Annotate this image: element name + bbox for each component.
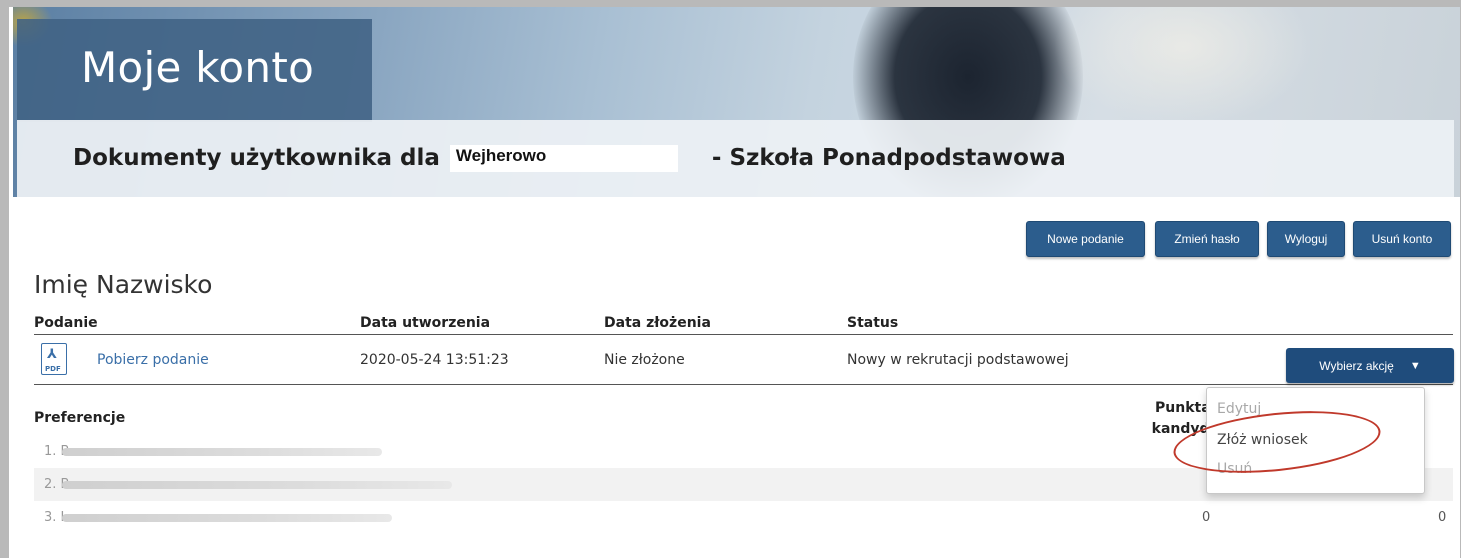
institution-name: Wejherowo [455,146,547,165]
table-header: Podanie Data utworzenia Data złożenia St… [34,313,1453,335]
page-frame: Moje konto Dokumenty użytkownika dla Wejh… [9,7,1460,558]
documents-heading-suffix: - Szkoła Ponadpodstawowa [711,145,1066,171]
download-application-link[interactable]: Pobierz podanie [97,352,209,368]
status-text: Nowy w rekrutacji podstawowej [847,352,1069,368]
pdf-icon-label: PDF [45,365,61,373]
acrobat-icon: ⅄ [47,347,57,362]
chevron-down-icon: ▼ [1409,359,1421,372]
page-title: Moje konto [81,43,315,92]
choose-action-button[interactable]: Wybierz akcję ▼ [1286,348,1454,383]
blurred-school-name [62,481,452,489]
new-application-button[interactable]: Nowe podanie [1026,221,1145,257]
header-podanie: Podanie [34,315,98,331]
pdf-file-icon[interactable]: ⅄ PDF [41,343,67,375]
header-submitted: Data złożenia [604,315,711,331]
preferences-header: Preferencje [34,410,126,426]
redacted-institution: Wejherowo [449,145,678,172]
delete-account-button[interactable]: Usuń konto [1353,221,1451,257]
submitted-date: Nie złożone [604,352,685,368]
blurred-school-name [62,514,392,522]
logout-button[interactable]: Wyloguj [1267,221,1345,257]
points-value: 0 [1438,510,1447,525]
user-name: Imię Nazwisko [34,270,213,299]
change-password-button[interactable]: Zmień hasło [1155,221,1259,257]
choose-action-label: Wybierz akcję [1319,358,1394,373]
points-value: 0 [1202,510,1211,525]
created-date: 2020-05-24 13:51:23 [360,352,509,368]
header-created: Data utworzenia [360,315,491,331]
header-status: Status [847,315,899,331]
preference-row: 3. I 0 0 [34,501,1453,534]
table-row: ⅄ PDF Pobierz podanie 2020-05-24 13:51:2… [34,337,1453,385]
documents-heading-prefix: Dokumenty użytkownika dla [73,145,440,171]
hero-decoration [1053,7,1313,127]
documents-heading: Dokumenty użytkownika dla Wejherowo - Szko… [73,145,1066,172]
blurred-school-name [62,448,382,456]
